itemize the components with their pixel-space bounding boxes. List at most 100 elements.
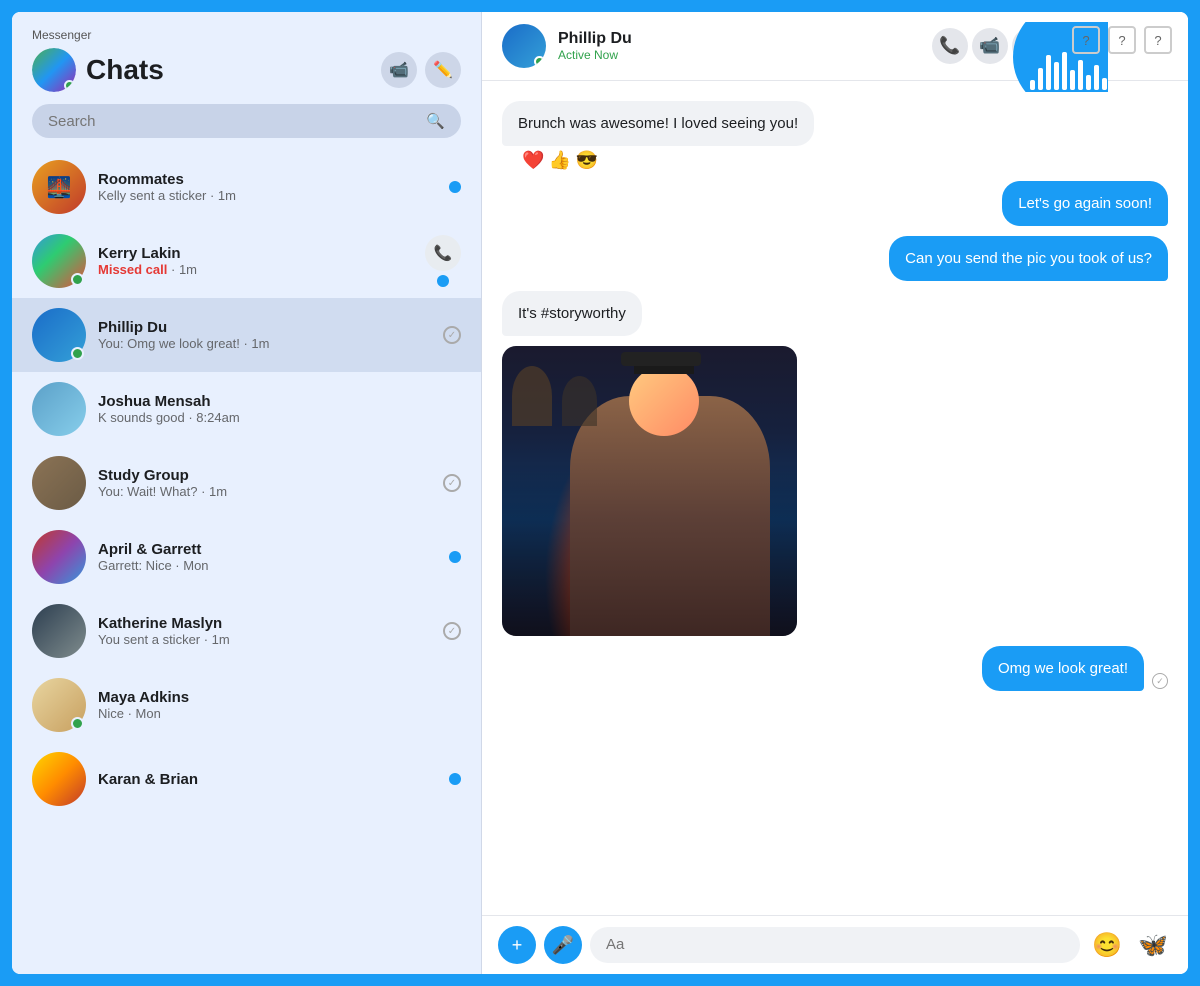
chat-item-study-group[interactable]: Study Group You: Wait! What? · 1m ✓ xyxy=(12,446,481,520)
chat-preview-phillip: You: Omg we look great! · 1m xyxy=(98,336,431,351)
avatar-wrap-phillip xyxy=(32,308,86,362)
avatar-wrap: 🌉 xyxy=(32,160,86,214)
chat-name-study: Study Group xyxy=(98,467,431,484)
mic-button[interactable]: 🎤 xyxy=(544,926,582,964)
wbar xyxy=(1030,80,1035,90)
chat-item-maya-adkins[interactable]: Maya Adkins Nice · Mon xyxy=(12,668,481,742)
call-button[interactable]: 📞 xyxy=(932,28,968,64)
chat-item-katherine-maslyn[interactable]: Katherine Maslyn You sent a sticker · 1m… xyxy=(12,594,481,668)
chat-preview-joshua: K sounds good · 8:24am xyxy=(98,410,461,425)
chat-name-katherine: Katherine Maslyn xyxy=(98,615,431,632)
cap-brim xyxy=(621,352,701,366)
message-row-2: Let's go again soon! xyxy=(502,181,1168,226)
message-bubble-3: Can you send the pic you took of us? xyxy=(889,236,1168,281)
chat-item-kerry-lakin[interactable]: Kerry Lakin Missed call · 1m 📞 xyxy=(12,224,481,298)
chat-meta-april xyxy=(449,551,461,563)
chat-partner-avatar[interactable] xyxy=(502,24,546,68)
chat-item-karan-brian[interactable]: Karan & Brian xyxy=(12,742,481,816)
message-text-3: Can you send the pic you took of us? xyxy=(905,250,1152,267)
avatar-wrap-april xyxy=(32,530,86,584)
chat-info-joshua: Joshua Mensah K sounds good · 8:24am xyxy=(98,393,461,425)
search-input[interactable] xyxy=(48,113,416,130)
chat-item-april-garrett[interactable]: April & Garrett Garrett: Nice · Mon xyxy=(12,520,481,594)
wbar xyxy=(1038,68,1043,90)
waveform-bars xyxy=(1030,50,1107,90)
chats-title-row: Chats xyxy=(32,48,164,92)
reaction-thumbs: 👍 xyxy=(549,150,571,170)
chat-info-kerry: Kerry Lakin Missed call · 1m xyxy=(98,245,413,277)
message-row-3: Can you send the pic you took of us? xyxy=(502,236,1168,281)
help-btn-3[interactable]: ? xyxy=(1144,26,1172,54)
campfire-photo xyxy=(502,346,797,636)
unread-dot xyxy=(449,181,461,193)
message-row-5 xyxy=(502,346,1168,636)
search-icon: 🔍 xyxy=(426,112,445,130)
chat-name: Roommates xyxy=(98,171,437,188)
chat-info-karan: Karan & Brian xyxy=(98,771,437,788)
wbar xyxy=(1102,78,1107,90)
chat-meta-kerry: 📞 xyxy=(425,235,461,287)
reactions-row: ❤️ 👍 😎 xyxy=(522,150,1168,171)
wbar xyxy=(1046,55,1051,90)
message-text-2: Let's go again soon! xyxy=(1018,195,1152,212)
chat-info-phillip: Phillip Du You: Omg we look great! · 1m xyxy=(98,319,431,351)
chat-item-joshua-mensah[interactable]: Joshua Mensah K sounds good · 8:24am xyxy=(12,372,481,446)
emoji-icon: 😊 xyxy=(1092,931,1122,960)
unread-dot-kerry xyxy=(437,275,449,287)
avatar-april xyxy=(32,530,86,584)
help-btn-2[interactable]: ? xyxy=(1108,26,1136,54)
compose-button[interactable]: ✏️ xyxy=(425,52,461,88)
chat-partner-info: Phillip Du Active Now xyxy=(558,30,632,62)
chat-preview-april: Garrett: Nice · Mon xyxy=(98,558,437,573)
butterfly-icon: 🦋 xyxy=(1138,931,1168,960)
read-check-study: ✓ xyxy=(443,474,461,492)
search-bar[interactable]: 🔍 xyxy=(32,104,461,138)
butterfly-button[interactable]: 🦋 xyxy=(1134,926,1172,964)
chat-meta-study: ✓ xyxy=(443,474,461,492)
avatar-wrap-kerry xyxy=(32,234,86,288)
add-button[interactable]: + xyxy=(498,926,536,964)
wbar xyxy=(1070,70,1075,90)
help-btn-1[interactable]: ? xyxy=(1072,26,1100,54)
app-title: Messenger xyxy=(32,28,461,42)
wbar xyxy=(1062,52,1067,90)
video-icon: 📹 xyxy=(389,60,409,80)
message-text-6: Omg we look great! xyxy=(998,660,1128,677)
chats-title: Chats xyxy=(86,54,164,86)
message-text-4: It's #storyworthy xyxy=(518,305,626,322)
sidebar-header: Messenger Chats 📹 ✏️ xyxy=(12,12,481,150)
chat-info-katherine: Katherine Maslyn You sent a sticker · 1m xyxy=(98,615,431,647)
message-input[interactable] xyxy=(606,936,1064,953)
message-text-1: Brunch was awesome! I loved seeing you! xyxy=(518,115,798,132)
video-call-button[interactable]: 📹 xyxy=(381,52,417,88)
messages-container: Brunch was awesome! I loved seeing you! … xyxy=(482,81,1188,915)
chat-meta-karan xyxy=(449,773,461,785)
read-check-phillip: ✓ xyxy=(443,326,461,344)
online-dot-maya xyxy=(71,717,84,730)
mic-icon: 🎤 xyxy=(552,935,574,956)
chat-name-phillip: Phillip Du xyxy=(98,319,431,336)
text-input-wrap[interactable] xyxy=(590,927,1080,963)
sidebar: Messenger Chats 📹 ✏️ xyxy=(12,12,482,974)
chat-info: Roommates Kelly sent a sticker · 1m xyxy=(98,171,437,203)
user-avatar[interactable] xyxy=(32,48,76,92)
message-bubble-4: It's #storyworthy xyxy=(502,291,642,336)
avatar-wrap-maya xyxy=(32,678,86,732)
avatar-roommates: 🌉 xyxy=(32,160,86,214)
chat-list: 🌉 Roommates Kelly sent a sticker · 1m Ke… xyxy=(12,150,481,974)
wbar xyxy=(1054,62,1059,90)
emoji-button[interactable]: 😊 xyxy=(1088,926,1126,964)
header-actions: 📹 ✏️ xyxy=(381,52,461,88)
chat-item-phillip-du[interactable]: Phillip Du You: Omg we look great! · 1m … xyxy=(12,298,481,372)
chat-item-roommates[interactable]: 🌉 Roommates Kelly sent a sticker · 1m xyxy=(12,150,481,224)
message-bubble-6: Omg we look great! xyxy=(982,646,1144,691)
unread-dot-karan xyxy=(449,773,461,785)
chat-meta-phillip: ✓ xyxy=(443,326,461,344)
phone-icon: 📞 xyxy=(434,244,453,262)
bg-person-2 xyxy=(562,376,597,426)
app-container: Messenger Chats 📹 ✏️ xyxy=(12,12,1188,974)
missed-call-label: Missed call xyxy=(98,262,167,277)
delivered-check: ✓ xyxy=(1152,673,1168,689)
reaction-cool: 😎 xyxy=(576,150,598,170)
chat-partner-online-dot xyxy=(534,56,545,67)
